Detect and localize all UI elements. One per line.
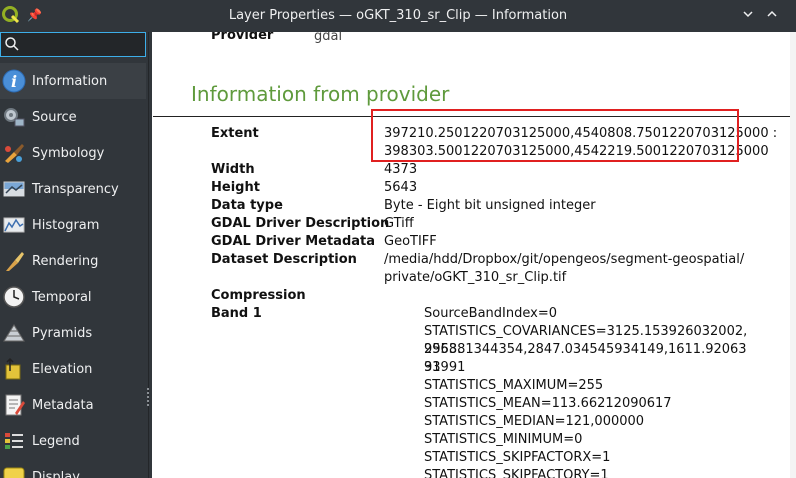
legend-icon — [1, 428, 27, 454]
driver-metadata-value: GeoTIFF — [384, 234, 437, 249]
sidebar-item-histogram[interactable]: Histogram — [0, 207, 146, 243]
data-type-value: Byte - Eight bit unsigned integer — [384, 198, 596, 213]
driver-description-label: GDAL Driver Description — [211, 216, 390, 231]
sidebar-item-label: Rendering — [32, 253, 99, 269]
width-value: 4373 — [384, 162, 418, 177]
elevation-icon — [1, 356, 27, 382]
vertical-scrollbar[interactable] — [790, 32, 796, 478]
metadata-icon — [1, 392, 27, 418]
compression-label: Compression — [211, 288, 306, 303]
search-input[interactable] — [21, 35, 141, 54]
sidebar-item-display[interactable]: Display — [0, 459, 146, 478]
window-title: Layer Properties — oGKT_310_sr_Clip — In… — [228, 8, 568, 23]
band1-line: STATISTICS_MINIMUM=0 — [424, 432, 583, 447]
sidebar-item-legend[interactable]: Legend — [0, 423, 146, 459]
sidebar-item-label: Pyramids — [32, 325, 93, 341]
display-icon — [1, 464, 27, 478]
histogram-icon — [1, 212, 27, 238]
pyramid-icon — [1, 320, 27, 346]
minimize-chevron-icon[interactable] — [738, 6, 758, 26]
svg-text:i: i — [11, 72, 17, 91]
panel-splitter[interactable] — [148, 32, 152, 478]
band1-line: STATISTICS_MEDIAN=121,000000 — [424, 414, 645, 429]
sidebar-item-label: Information — [32, 73, 108, 89]
sidebar-item-label: Transparency — [32, 181, 119, 197]
band1-label: Band 1 — [211, 306, 262, 321]
info-icon: i — [1, 68, 27, 94]
sidebar-item-elevation[interactable]: Elevation — [0, 351, 146, 387]
sidebar-item-source[interactable]: Source — [0, 99, 146, 135]
provider-label: Provider — [211, 32, 274, 43]
source-icon — [1, 104, 27, 130]
title-bar: 📌 Layer Properties — oGKT_310_sr_Clip — … — [0, 0, 796, 32]
search-box[interactable] — [0, 32, 146, 57]
sidebar-item-label: Histogram — [32, 217, 100, 233]
sidebar-item-pyramids[interactable]: Pyramids — [0, 315, 146, 351]
sidebar-item-label: Source — [32, 109, 77, 125]
dataset-description-value: /media/hdd/Dropbox/git/opengeos/segment-… — [384, 252, 745, 285]
sidebar-item-label: Metadata — [32, 397, 94, 413]
sidebar-item-information[interactable]: i Information — [0, 63, 146, 99]
sidebar-item-temporal[interactable]: Temporal — [0, 279, 146, 315]
sidebar-item-label: Temporal — [32, 289, 92, 305]
pin-icon[interactable]: 📌 — [27, 8, 42, 22]
provider-value: gdal — [314, 32, 343, 44]
transparency-icon — [1, 176, 27, 202]
qgis-logo-icon — [2, 6, 20, 24]
sidebar-item-rendering[interactable]: Rendering — [0, 243, 146, 279]
sidebar-item-label: Display — [32, 469, 80, 478]
band1-line: SourceBandIndex=0 — [424, 306, 557, 321]
sidebar-item-transparency[interactable]: Transparency — [0, 171, 146, 207]
sidebar-item-label: Legend — [32, 433, 80, 449]
sidebar-item-label: Symbology — [32, 145, 105, 161]
driver-description-value: GTiff — [384, 216, 414, 231]
dataset-description-label: Dataset Description — [211, 252, 357, 267]
maximize-chevron-icon[interactable] — [762, 6, 782, 26]
sidebar-item-symbology[interactable]: Symbology — [0, 135, 146, 171]
height-value: 5643 — [384, 180, 418, 195]
band1-line: STATISTICS_SKIPFACTORX=1 — [424, 450, 611, 465]
section-title: Information from provider — [191, 82, 450, 106]
extent-highlight-box — [371, 109, 739, 162]
clock-icon — [1, 284, 27, 310]
band1-line: STATISTICS_MAXIMUM=255 — [424, 378, 604, 393]
sidebar-item-label: Elevation — [32, 361, 93, 377]
sidebar: i Information Source Symbology Transpare… — [0, 32, 148, 478]
height-label: Height — [211, 180, 260, 195]
band1-line: STATISTICS_SKIPFACTORY=1 — [424, 468, 609, 478]
information-panel: Provider gdal Information from provider … — [153, 32, 796, 478]
search-icon — [5, 37, 19, 51]
width-label: Width — [211, 162, 255, 177]
data-type-label: Data type — [211, 198, 283, 213]
splitter-handle[interactable] — [147, 388, 149, 408]
symbology-icon — [1, 140, 27, 166]
driver-metadata-label: GDAL Driver Metadata — [211, 234, 376, 249]
band1-line: STATISTICS_MEAN=113.66212090617 — [424, 396, 672, 411]
sidebar-item-metadata[interactable]: Metadata — [0, 387, 146, 423]
rendering-icon — [1, 248, 27, 274]
band1-line: 93 — [424, 360, 441, 375]
extent-label: Extent — [211, 126, 259, 141]
